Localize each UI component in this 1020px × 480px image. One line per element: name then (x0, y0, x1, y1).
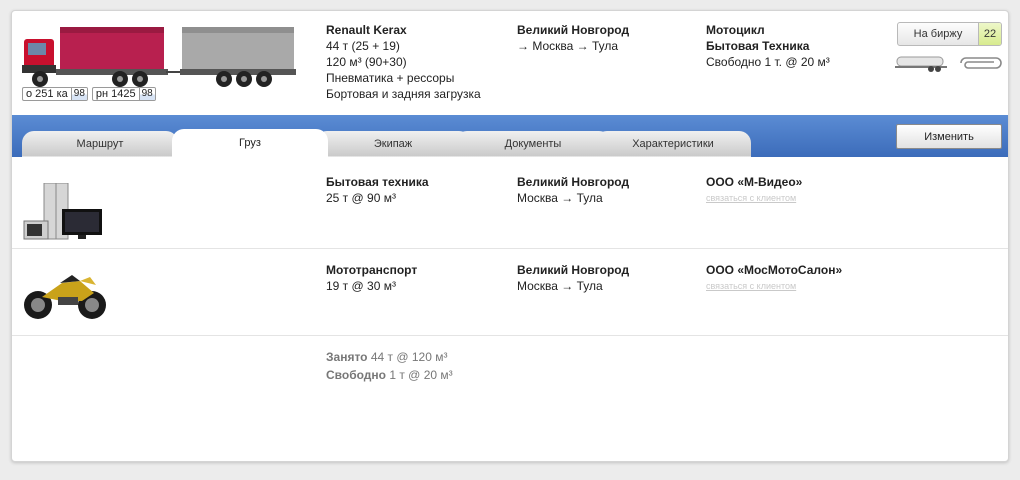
cargo-row: Бытовая техника 25 т @ 90 м³ Великий Нов… (12, 161, 1008, 249)
to-exchange-label: На биржу (913, 28, 963, 40)
free-capacity: Свободно 1 т. @ 20 м³ (706, 55, 830, 69)
cargo-amount: 25 т @ 90 м³ (326, 191, 396, 205)
tab-cargo[interactable]: Груз (172, 129, 328, 157)
vehicle-specs: Renault Kerax 44 т (25 + 19) 120 м³ (90+… (326, 22, 481, 102)
paperclip-icon[interactable] (955, 55, 1003, 71)
vehicle-header: о 251 ка 98 рн 1425 98 Renault Kerax 44 … (12, 11, 1008, 115)
vehicle-weight: 44 т (25 + 19) (326, 39, 400, 53)
to-exchange-button[interactable]: На биржу 22 (897, 22, 1002, 46)
tab-documents[interactable]: Документы (455, 131, 611, 157)
header-route: Великий Новгород → Москва → Тула (517, 22, 629, 54)
truck-with-trailer-icon (22, 27, 296, 87)
contact-client-link[interactable]: связаться с клиентом (706, 190, 802, 206)
vehicle-loading: Бортовая и задняя загрузка (326, 87, 481, 101)
tab-route[interactable]: Маршрут (22, 131, 178, 157)
cargo-row: Мототранспорт 19 т @ 30 м³ Великий Новго… (12, 249, 1008, 336)
exchange-count-badge: 22 (978, 23, 1001, 45)
license-plate-truck: о 251 ка 98 (22, 87, 88, 101)
cargo-amount: 19 т @ 30 м³ (326, 279, 396, 293)
contact-client-link[interactable]: связаться с клиентом (706, 278, 842, 294)
appliances-icon (23, 183, 102, 240)
capacity-summary-text: Занято 44 т @ 120 м³ Свободно 1 т @ 20 м… (326, 348, 453, 384)
route-stops: → Москва → Тула (517, 39, 619, 53)
client-name: ООО «МосМотоСалон» (706, 263, 843, 277)
license-plates: о 251 ка 98 рн 1425 98 (22, 87, 156, 101)
cargo-title: Мототранспорт (326, 263, 418, 277)
order-card: о 251 ка 98 рн 1425 98 Renault Kerax 44 … (11, 10, 1009, 462)
free-value: 1 т @ 20 м³ (389, 368, 453, 382)
busy-capacity: Занято 44 т @ 120 м³ (326, 348, 453, 366)
cargo-origin: Великий Новгород (517, 175, 630, 189)
cargo-client: ООО «МосМотоСалон» связаться с клиентом (706, 262, 842, 294)
plate-number: рн 1425 (95, 88, 136, 100)
plate-region: 98 (70, 88, 87, 100)
plate-region: 98 (138, 88, 155, 100)
tab-crew[interactable]: Экипаж (315, 131, 471, 157)
route-origin: Великий Новгород (517, 23, 630, 37)
capacity-summary: Занято 44 т @ 120 м³ Свободно 1 т @ 20 м… (12, 336, 1008, 423)
plate-number: о 251 ка (26, 88, 68, 100)
cargo-client: ООО «М-Видео» связаться с клиентом (706, 174, 802, 206)
cargo-origin: Великий Новгород (517, 263, 630, 277)
header-cargo: Мотоцикл Бытовая Техника Свободно 1 т. @… (706, 22, 830, 70)
edit-button[interactable]: Изменить (896, 124, 1002, 149)
cargo-route: Великий Новгород Москва → Тула (517, 262, 629, 294)
client-name: ООО «М-Видео» (706, 175, 803, 189)
vehicle-suspension: Пневматика + рессоры (326, 71, 455, 85)
tanker-trailer-icon[interactable] (895, 54, 947, 72)
cargo-title: Бытовая техника (326, 175, 429, 189)
cargo-type-1: Мотоцикл (706, 23, 765, 37)
busy-label: Занято (326, 350, 368, 364)
busy-value: 44 т @ 120 м³ (370, 350, 448, 364)
tab-specs[interactable]: Характеристики (595, 131, 751, 157)
cargo-type-2: Бытовая Техника (706, 39, 810, 53)
cargo-info: Бытовая техника 25 т @ 90 м³ (326, 174, 429, 206)
vehicle-model: Renault Kerax (326, 23, 407, 37)
tab-bar: Маршрут Экипаж Документы Характеристики … (12, 115, 1008, 157)
motorcycle-icon (24, 275, 106, 319)
free-capacity-summary: Свободно 1 т @ 20 м³ (326, 366, 453, 384)
cargo-route: Великий Новгород Москва → Тула (517, 174, 629, 206)
cargo-destination: Москва → Тула (517, 191, 603, 205)
cargo-info: Мототранспорт 19 т @ 30 м³ (326, 262, 417, 294)
license-plate-trailer: рн 1425 98 (91, 87, 156, 101)
free-label: Свободно (326, 368, 386, 382)
vehicle-volume: 120 м³ (90+30) (326, 55, 407, 69)
cargo-destination: Москва → Тула (517, 279, 603, 293)
